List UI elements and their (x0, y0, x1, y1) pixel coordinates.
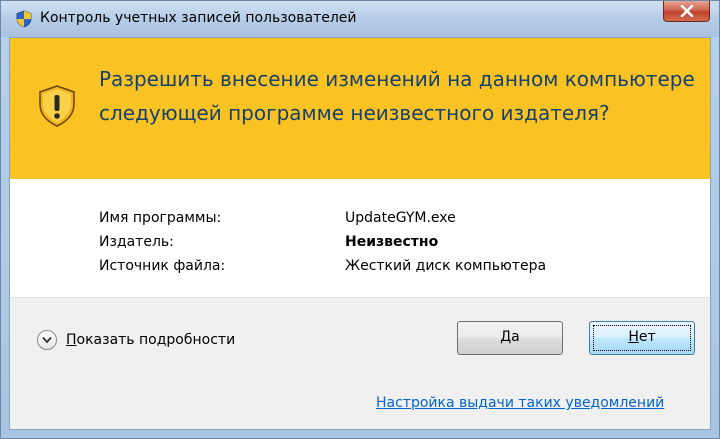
expand-button[interactable] (37, 330, 57, 350)
detail-row-publisher: Издатель: Неизвестно (99, 234, 699, 256)
chevron-down-icon (42, 336, 52, 344)
show-details-label[interactable]: Показать подробности (66, 332, 235, 348)
uac-shield-icon (16, 10, 32, 28)
window-title: Контроль учетных записей пользователей (40, 10, 357, 26)
no-button[interactable]: Нет (589, 321, 695, 355)
focus-rectangle (593, 325, 691, 351)
title-bar[interactable]: Контроль учетных записей пользователей (1, 1, 719, 37)
dialog-content: Разрешить внесение изменений на данном к… (9, 37, 711, 430)
uac-dialog-window: Контроль учетных записей пользователей Р… (0, 0, 720, 439)
detail-value: Жесткий диск компьютера (345, 258, 547, 274)
notification-settings-link[interactable]: Настройка выдачи таких уведомлений (376, 395, 664, 411)
close-icon (680, 5, 694, 17)
detail-label: Издатель: (99, 234, 174, 250)
detail-value: Неизвестно (345, 234, 439, 250)
dialog-footer: Показать подробности Да Нет Настройка вы… (10, 297, 710, 429)
warning-banner: Разрешить внесение изменений на данном к… (10, 38, 710, 179)
detail-label: Имя программы: (99, 210, 222, 226)
accel-key: П (66, 332, 77, 348)
detail-row-file-source: Источник файла: Жесткий диск компьютера (99, 258, 699, 280)
banner-question: Разрешить внесение изменений на данном к… (99, 67, 695, 125)
warning-shield-icon (39, 85, 75, 127)
detail-value: UpdateGYM.exe (345, 210, 456, 226)
yes-button[interactable]: Да (457, 321, 563, 355)
close-button[interactable] (663, 1, 710, 22)
detail-label: Источник файла: (99, 258, 226, 274)
detail-row-program-name: Имя программы: UpdateGYM.exe (99, 210, 699, 232)
label-text: оказать подробности (76, 332, 236, 348)
accel-key: Д (500, 329, 512, 345)
button-label: а (511, 329, 520, 345)
